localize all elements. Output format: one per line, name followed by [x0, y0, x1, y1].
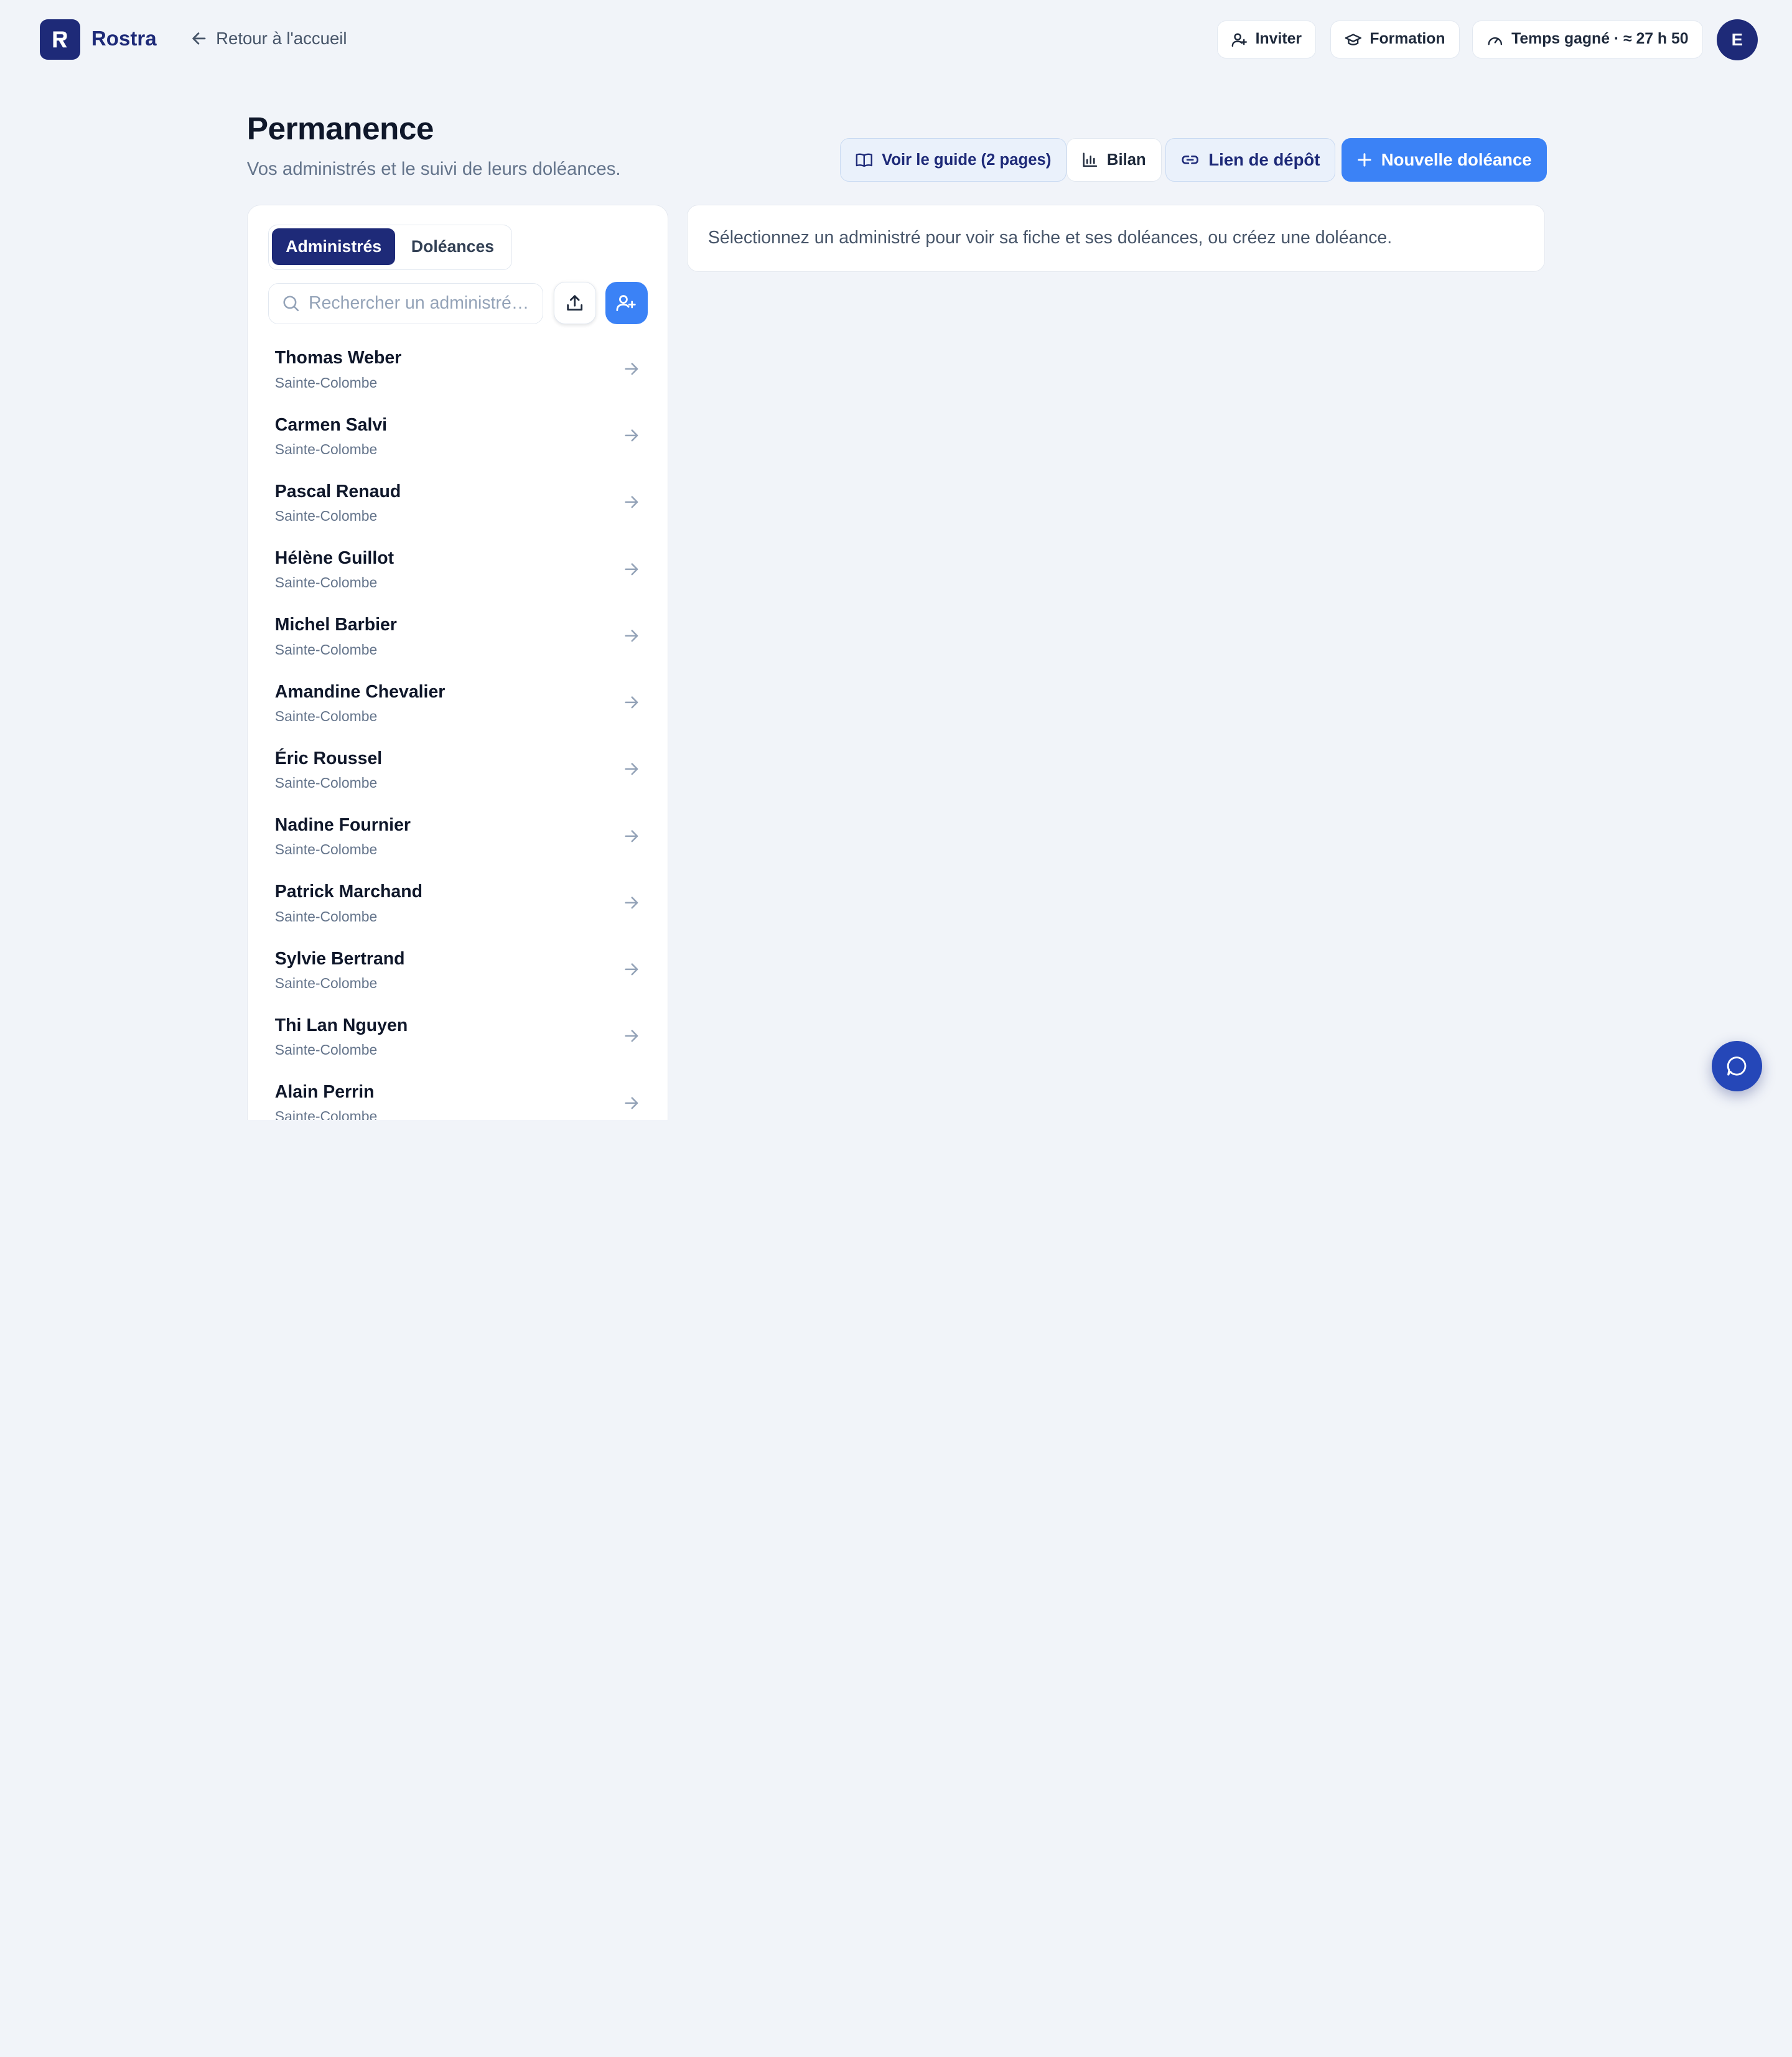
- book-open-icon: [856, 153, 872, 167]
- view-guide-label: Voir le guide (2 pages): [882, 151, 1052, 169]
- panel-tabs: Administrés Doléances: [268, 224, 512, 271]
- view-guide-button[interactable]: Voir le guide (2 pages): [839, 138, 1067, 182]
- administres-panel: Administrés Doléances Thomas WeberSaint: [246, 204, 669, 1120]
- add-administre-button[interactable]: [605, 281, 648, 324]
- arrow-right-icon: [623, 361, 640, 382]
- arrow-right-icon: [623, 895, 640, 916]
- logo-mark-icon: [53, 31, 67, 48]
- deposit-link-label: Lien de dépôt: [1208, 150, 1320, 170]
- formation-label: Formation: [1370, 30, 1445, 48]
- administre-city: Sainte-Colombe: [274, 508, 378, 525]
- export-button[interactable]: [553, 281, 596, 324]
- deposit-link-button[interactable]: Lien de dépôt: [1165, 138, 1336, 182]
- administre-city: Sainte-Colombe: [274, 574, 378, 591]
- administre-row[interactable]: Thomas Weber Sainte-Colombe: [248, 335, 667, 402]
- administre-city: Sainte-Colombe: [274, 908, 378, 925]
- administre-city: Sainte-Colombe: [274, 641, 378, 658]
- administre-name: Hélène Guillot: [274, 548, 394, 569]
- arrow-right-icon: [623, 427, 640, 449]
- administre-name: Alain Perrin: [274, 1082, 375, 1103]
- empty-state-message: Sélectionnez un administré pour voir sa …: [707, 228, 1393, 248]
- administres-list: Thomas Weber Sainte-Colombe Carmen Salvi Sa…: [248, 335, 667, 1120]
- bilan-button[interactable]: Bilan: [1066, 138, 1162, 182]
- administre-name: Patrick Marchand: [274, 882, 422, 902]
- arrow-right-icon: [623, 761, 640, 782]
- administre-row[interactable]: Alain Perrin Sainte-Colombe: [248, 1070, 667, 1120]
- chat-bubble-icon: [1727, 1056, 1747, 1076]
- administre-city: Sainte-Colombe: [274, 974, 378, 991]
- chat-button[interactable]: [1712, 1041, 1763, 1092]
- arrow-right-icon: [623, 1094, 640, 1116]
- administre-name: Michel Barbier: [274, 615, 397, 635]
- new-grievance-button[interactable]: Nouvelle doléance: [1342, 138, 1547, 182]
- administre-city: Sainte-Colombe: [274, 775, 378, 791]
- administre-name: Thi Lan Nguyen: [274, 1015, 408, 1035]
- administre-city: Sainte-Colombe: [274, 1042, 378, 1058]
- administre-city: Sainte-Colombe: [274, 441, 378, 457]
- administre-name: Thomas Weber: [274, 348, 402, 368]
- rostra-logo[interactable]: [40, 19, 80, 60]
- page-subtitle: Vos administrés et le suivi de leurs dol…: [246, 159, 621, 180]
- administre-row[interactable]: Michel Barbier Sainte-Colombe: [248, 602, 667, 669]
- invite-button[interactable]: Inviter: [1217, 21, 1317, 58]
- administre-city: Sainte-Colombe: [274, 841, 378, 858]
- search-box: [268, 282, 544, 324]
- arrow-left-icon: [192, 32, 206, 45]
- invite-label: Inviter: [1255, 30, 1302, 48]
- user-avatar[interactable]: E: [1716, 19, 1758, 61]
- tab-administres[interactable]: Administrés: [272, 228, 396, 266]
- administre-name: Éric Roussel: [274, 748, 383, 768]
- administre-city: Sainte-Colombe: [274, 374, 378, 391]
- tab-doleances[interactable]: Doléances: [398, 228, 508, 265]
- administre-name: Nadine Fournier: [274, 815, 411, 836]
- page: Rostra Retour à l'accueil Inviter Format…: [0, 0, 1792, 1120]
- user-plus-icon: [1231, 32, 1248, 47]
- link-icon: [1182, 156, 1199, 164]
- administre-row[interactable]: Éric Roussel Sainte-Colombe: [248, 736, 667, 803]
- new-grievance-label: Nouvelle doléance: [1381, 150, 1532, 170]
- bar-chart-icon: [1083, 152, 1097, 167]
- administre-name: Sylvie Bertrand: [274, 948, 405, 969]
- page-title: Permanence: [246, 110, 434, 147]
- administre-city: Sainte-Colombe: [274, 707, 378, 724]
- gauge-icon: [1488, 37, 1502, 45]
- brand-name: Rostra: [91, 27, 157, 51]
- search-icon: [283, 296, 299, 312]
- arrow-right-icon: [623, 961, 640, 982]
- bilan-label: Bilan: [1106, 151, 1146, 169]
- administre-row[interactable]: Sylvie Bertrand Sainte-Colombe: [248, 936, 667, 1002]
- user-plus-icon: [616, 295, 636, 312]
- back-to-home-link[interactable]: Retour à l'accueil: [191, 29, 347, 49]
- arrow-right-icon: [623, 628, 640, 649]
- administre-row[interactable]: Thi Lan Nguyen Sainte-Colombe: [248, 1003, 667, 1070]
- administre-name: Pascal Renaud: [274, 481, 401, 501]
- administre-name: Carmen Salvi: [274, 414, 388, 435]
- back-link-label: Retour à l'accueil: [216, 28, 347, 48]
- arrow-right-icon: [623, 828, 640, 849]
- time-saved-label: Temps gagné · ≈ 27 h 50: [1511, 30, 1689, 48]
- administre-row[interactable]: Hélène Guillot Sainte-Colombe: [248, 536, 667, 602]
- administre-row[interactable]: Nadine Fournier Sainte-Colombe: [248, 803, 667, 869]
- top-bar: Rostra Retour à l'accueil Inviter Format…: [0, 0, 1792, 80]
- administre-row[interactable]: Pascal Renaud Sainte-Colombe: [248, 469, 667, 536]
- arrow-right-icon: [623, 561, 640, 582]
- search-input[interactable]: [309, 293, 532, 314]
- administre-row[interactable]: Carmen Salvi Sainte-Colombe: [248, 402, 667, 469]
- detail-panel: Sélectionnez un administré pour voir sa …: [686, 204, 1546, 273]
- plus-icon: [1358, 153, 1371, 167]
- formation-button[interactable]: Formation: [1330, 21, 1460, 58]
- graduation-cap-icon: [1345, 33, 1361, 45]
- arrow-right-icon: [623, 694, 640, 716]
- administre-city: Sainte-Colombe: [274, 1108, 378, 1120]
- administre-row[interactable]: Amandine Chevalier Sainte-Colombe: [248, 669, 667, 735]
- administre-row[interactable]: Patrick Marchand Sainte-Colombe: [248, 869, 667, 936]
- upload-icon: [567, 295, 583, 311]
- arrow-right-icon: [623, 1028, 640, 1049]
- arrow-right-icon: [623, 494, 640, 515]
- administre-name: Amandine Chevalier: [274, 681, 446, 702]
- time-saved-badge[interactable]: Temps gagné · ≈ 27 h 50: [1472, 21, 1703, 58]
